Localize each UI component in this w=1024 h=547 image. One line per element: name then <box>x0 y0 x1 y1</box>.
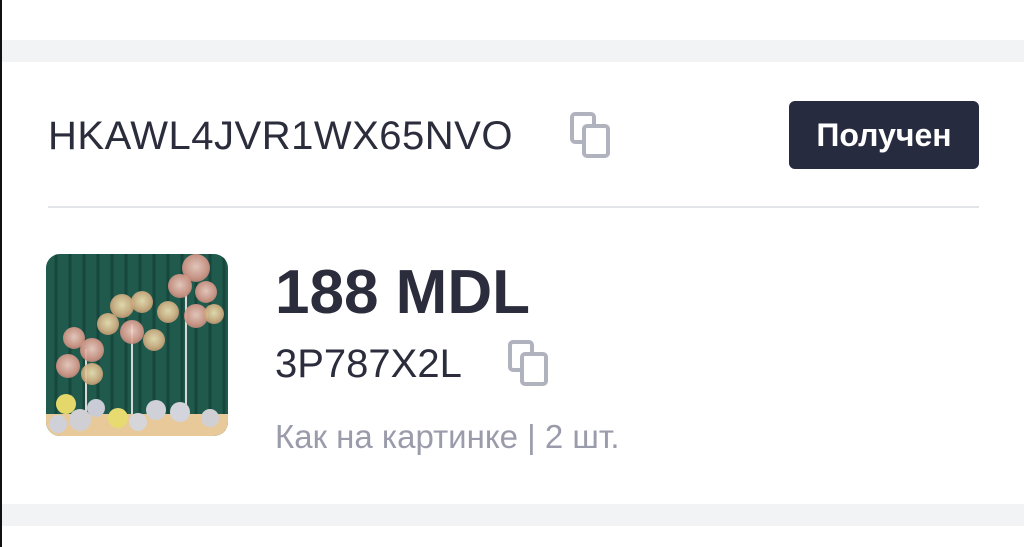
copy-icon[interactable] <box>508 340 550 386</box>
bottom-separator-band <box>2 504 1024 526</box>
top-separator-band <box>2 40 1024 62</box>
divider <box>48 206 979 208</box>
item-price: 188 MDL <box>275 258 530 327</box>
item-sku: 3P787X2L <box>275 342 462 386</box>
status-badge: Получен <box>789 101 979 169</box>
order-id: HKAWL4JVR1WX65NVO <box>48 114 513 158</box>
balloon-stand-photo-icon <box>46 254 228 436</box>
item-variant: Как на картинке | 2 шт. <box>275 418 620 455</box>
product-thumbnail[interactable] <box>46 254 228 436</box>
copy-icon[interactable] <box>570 112 612 158</box>
left-edge-line <box>0 0 2 547</box>
order-card-screen: HKAWL4JVR1WX65NVO Получен 188 MDL 3P787X… <box>0 0 1024 547</box>
